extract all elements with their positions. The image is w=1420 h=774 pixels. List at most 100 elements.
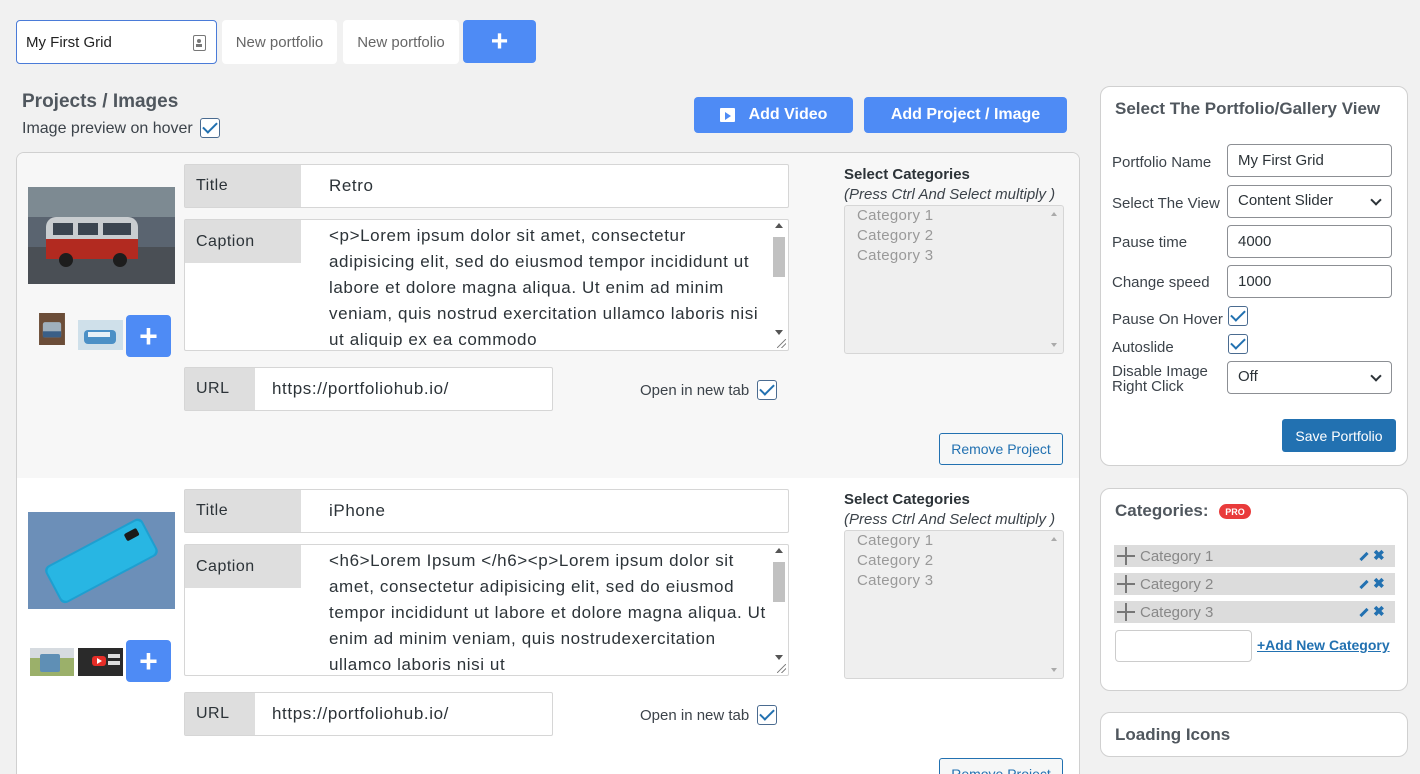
url-label: URL bbox=[185, 368, 255, 410]
remove-project-button[interactable]: Remove Project bbox=[939, 758, 1063, 774]
remove-project-button[interactable]: Remove Project bbox=[939, 433, 1063, 465]
tab-label: New portfolio bbox=[357, 33, 445, 51]
pencil-icon[interactable] bbox=[1359, 551, 1369, 562]
new-tab-checkbox[interactable] bbox=[757, 380, 777, 400]
projects-title: Projects / Images bbox=[22, 91, 179, 112]
loading-icons-panel[interactable]: Loading Icons bbox=[1100, 712, 1408, 757]
move-icon[interactable] bbox=[1116, 574, 1136, 594]
add-image-button[interactable]: + bbox=[126, 315, 171, 357]
disable-rc-select[interactable]: Off bbox=[1227, 361, 1392, 394]
move-icon[interactable] bbox=[1116, 602, 1136, 622]
title-label: Title bbox=[185, 165, 301, 207]
save-portfolio-button[interactable]: Save Portfolio bbox=[1282, 419, 1396, 452]
add-category-link[interactable]: +Add New Category bbox=[1257, 637, 1390, 653]
plus-icon: + bbox=[139, 642, 158, 679]
title-input[interactable]: iPhone bbox=[329, 501, 386, 521]
pencil-icon[interactable] bbox=[1359, 579, 1369, 590]
category-row: Category 1 ✖ bbox=[1114, 545, 1395, 567]
category-option[interactable]: Category 2 bbox=[845, 551, 933, 571]
category-row: Category 2 ✖ bbox=[1114, 573, 1395, 595]
view-value: Content Slider bbox=[1238, 192, 1334, 209]
caption-scrollbar[interactable] bbox=[772, 223, 786, 335]
move-icon[interactable] bbox=[1116, 546, 1136, 566]
new-tab-label: Open in new tab bbox=[640, 382, 750, 399]
new-category-input[interactable] bbox=[1115, 630, 1252, 662]
gallery-thumbnail[interactable] bbox=[35, 313, 69, 345]
title-input[interactable]: Retro bbox=[329, 176, 374, 196]
plus-icon: + bbox=[139, 317, 158, 354]
contact-card-icon bbox=[193, 35, 206, 51]
new-tab-checkbox[interactable] bbox=[757, 705, 777, 725]
delete-icon[interactable]: ✖ bbox=[1373, 575, 1385, 592]
resize-handle[interactable] bbox=[777, 664, 786, 673]
delete-icon[interactable]: ✖ bbox=[1373, 547, 1385, 564]
project-list: + Title Retro Caption <p>Lorem ipsum dol… bbox=[16, 152, 1080, 774]
pause-time-input[interactable]: 4000 bbox=[1227, 225, 1392, 258]
url-input[interactable]: https://portfoliohub.io/ bbox=[272, 704, 449, 724]
title-field[interactable]: Title Retro bbox=[184, 164, 789, 208]
gallery-thumbnail[interactable] bbox=[78, 319, 123, 351]
resize-handle[interactable] bbox=[777, 339, 786, 348]
autoslide-checkbox[interactable] bbox=[1228, 334, 1248, 354]
category-option[interactable]: Category 1 bbox=[845, 531, 933, 551]
autoslide-label: Autoslide bbox=[1112, 339, 1174, 356]
add-image-button[interactable]: + bbox=[126, 640, 171, 682]
portfolio-name-label: Portfolio Name bbox=[1112, 154, 1212, 171]
chevron-down-icon bbox=[1370, 370, 1382, 382]
scroll-up-icon bbox=[1051, 537, 1057, 541]
title-label: Title bbox=[185, 490, 301, 532]
new-tab-label: Open in new tab bbox=[640, 707, 750, 724]
url-field[interactable]: URL https://portfoliohub.io/ bbox=[184, 692, 553, 736]
project-item: + Title iPhone Caption <h6>Lorem Ipsum <… bbox=[17, 478, 1079, 774]
hover-preview-checkbox[interactable] bbox=[200, 118, 220, 138]
plus-icon: + bbox=[490, 24, 509, 58]
url-field[interactable]: URL https://portfoliohub.io/ bbox=[184, 367, 553, 411]
categories-title: Categories: bbox=[1115, 501, 1209, 520]
category-multiselect[interactable]: Category 1 Category 2 Category 3 bbox=[844, 530, 1064, 679]
pause-hover-checkbox[interactable] bbox=[1228, 306, 1248, 326]
pause-time-label: Pause time bbox=[1112, 234, 1188, 251]
scroll-down-icon bbox=[1051, 343, 1057, 347]
tab-new-portfolio-1[interactable]: New portfolio bbox=[222, 20, 337, 64]
category-multiselect[interactable]: Category 1 Category 2 Category 3 bbox=[844, 205, 1064, 354]
pencil-icon[interactable] bbox=[1359, 607, 1369, 618]
categories-hint: (Press Ctrl And Select multiply ) bbox=[844, 186, 1056, 203]
category-option[interactable]: Category 1 bbox=[845, 206, 933, 226]
project-item: + Title Retro Caption <p>Lorem ipsum dol… bbox=[17, 153, 1079, 478]
settings-panel: Select The Portfolio/Gallery View Portfo… bbox=[1100, 86, 1408, 466]
add-portfolio-button[interactable]: + bbox=[463, 20, 536, 63]
url-input[interactable]: https://portfoliohub.io/ bbox=[272, 379, 449, 399]
caption-field[interactable]: Caption <h6>Lorem Ipsum </h6><p>Lorem ip… bbox=[184, 544, 789, 676]
project-thumbnail-phone[interactable] bbox=[28, 512, 175, 609]
category-name: Category 2 bbox=[1140, 576, 1214, 593]
video-icon bbox=[719, 108, 735, 122]
add-video-button[interactable]: Add Video bbox=[694, 97, 853, 133]
delete-icon[interactable]: ✖ bbox=[1373, 603, 1385, 620]
caption-scrollbar[interactable] bbox=[772, 548, 786, 660]
loading-icons-title: Loading Icons bbox=[1115, 725, 1231, 744]
category-option[interactable]: Category 3 bbox=[845, 571, 933, 591]
categories-panel: Categories: PRO Category 1 ✖ Category 2 … bbox=[1100, 488, 1408, 691]
categories-heading: Select Categories bbox=[844, 491, 970, 508]
project-thumbnail-bus[interactable] bbox=[28, 187, 175, 284]
caption-field[interactable]: Caption <p>Lorem ipsum dolor sit amet, c… bbox=[184, 219, 789, 351]
tab-my-first-grid[interactable]: My First Grid bbox=[16, 20, 217, 64]
category-option[interactable]: Category 3 bbox=[845, 246, 933, 266]
change-speed-input[interactable]: 1000 bbox=[1227, 265, 1392, 298]
gallery-thumbnail[interactable] bbox=[30, 646, 74, 678]
caption-textarea[interactable]: <p>Lorem ipsum dolor sit amet, consectet… bbox=[329, 223, 772, 347]
tab-label: New portfolio bbox=[235, 33, 324, 51]
tab-new-portfolio-2[interactable]: New portfolio bbox=[343, 20, 459, 64]
pause-hover-label: Pause On Hover bbox=[1112, 311, 1223, 328]
view-select[interactable]: Content Slider bbox=[1227, 185, 1392, 218]
title-field[interactable]: Title iPhone bbox=[184, 489, 789, 533]
add-project-button[interactable]: Add Project / Image bbox=[864, 97, 1067, 133]
gallery-thumbnail[interactable] bbox=[78, 646, 123, 678]
caption-textarea[interactable]: <h6>Lorem Ipsum </h6><p>Lorem ipsum dolo… bbox=[329, 548, 772, 672]
category-name: Category 1 bbox=[1140, 548, 1214, 565]
category-option[interactable]: Category 2 bbox=[845, 226, 933, 246]
chevron-down-icon bbox=[1370, 194, 1382, 206]
portfolio-name-input[interactable]: My First Grid bbox=[1227, 144, 1392, 177]
tab-label: My First Grid bbox=[26, 33, 112, 51]
add-video-label: Add Video bbox=[748, 106, 828, 123]
